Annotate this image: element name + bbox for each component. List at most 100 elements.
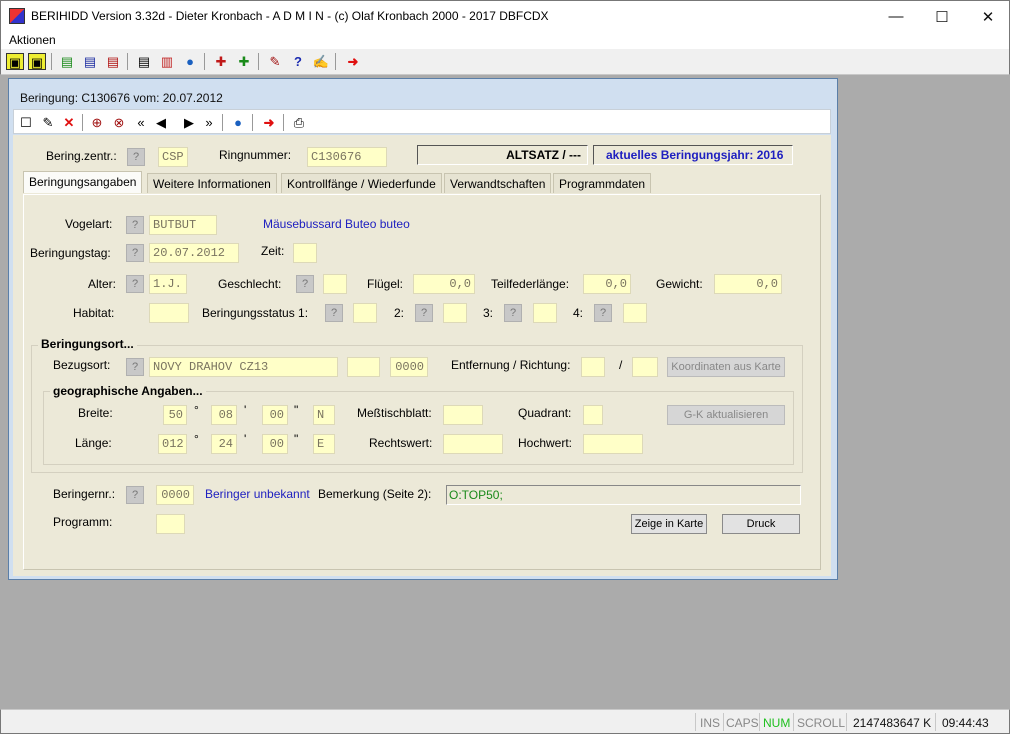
- tools-icon[interactable]: ✎: [266, 53, 284, 70]
- entfernung-input[interactable]: [581, 357, 605, 377]
- vogelart-input[interactable]: BUTBUT: [149, 215, 217, 235]
- bemerkung-input[interactable]: O:TOP50;: [446, 485, 801, 505]
- gewicht-label: Gewicht:: [656, 277, 703, 291]
- geo-group: [43, 391, 794, 465]
- koordinaten-aus-karte-button[interactable]: Koordinaten aus Karte: [667, 357, 785, 377]
- druck-button[interactable]: Druck: [722, 514, 800, 534]
- programm-input[interactable]: [156, 514, 185, 534]
- bezugsort-label: Bezugsort:: [53, 358, 111, 372]
- menu-aktionen[interactable]: Aktionen: [9, 33, 56, 47]
- breite-min-input[interactable]: 08: [211, 405, 237, 425]
- status1-lookup-button[interactable]: ?: [325, 304, 343, 322]
- status2-lookup-button[interactable]: ?: [415, 304, 433, 322]
- globe-icon[interactable]: ●: [229, 114, 247, 131]
- globe-icon[interactable]: ●: [181, 53, 199, 70]
- breite-sec-input[interactable]: 00: [262, 405, 288, 425]
- vogelart-lookup-button[interactable]: ?: [126, 216, 144, 234]
- laenge-dir-input[interactable]: E: [313, 434, 335, 454]
- app-icon[interactable]: [9, 8, 25, 24]
- laenge-sec-input[interactable]: 00: [262, 434, 288, 454]
- beringernr-lookup-button[interactable]: ?: [126, 486, 144, 504]
- status1-input[interactable]: [353, 303, 377, 323]
- geschlecht-input[interactable]: [323, 274, 347, 294]
- beringzentr-lookup-button[interactable]: ?: [127, 148, 145, 166]
- new-record-icon[interactable]: ☐: [17, 114, 35, 131]
- laenge-sec-symbol: ": [294, 432, 299, 446]
- breite-deg-input[interactable]: 50: [163, 405, 187, 425]
- report-icon[interactable]: ▤: [135, 53, 153, 70]
- green-list-icon[interactable]: ▤: [58, 53, 76, 70]
- tab-programmdaten[interactable]: Programmdaten: [553, 173, 652, 193]
- beringungstag-lookup-button[interactable]: ?: [126, 244, 144, 262]
- bezugsort-lookup-button[interactable]: ?: [126, 358, 144, 376]
- geschlecht-lookup-button[interactable]: ?: [296, 275, 314, 293]
- bezugsort-number-input[interactable]: 0000: [390, 357, 428, 377]
- status3-lookup-button[interactable]: ?: [504, 304, 522, 322]
- laenge-min-input[interactable]: 24: [211, 434, 237, 454]
- fluegel-label: Flügel:: [367, 277, 404, 291]
- beringer-name: Beringer unbekannt: [205, 487, 310, 501]
- fluegel-input[interactable]: 0,0: [413, 274, 475, 294]
- search-advanced-icon[interactable]: ⊗: [110, 114, 128, 131]
- habitat-input[interactable]: [149, 303, 189, 323]
- tab-verwandtschaften[interactable]: Verwandtschaften: [444, 173, 552, 193]
- import-icon[interactable]: ✚: [212, 53, 230, 70]
- first-record-icon[interactable]: «: [132, 114, 150, 131]
- richtung-input[interactable]: [632, 357, 658, 377]
- hochwert-input[interactable]: [583, 434, 643, 454]
- ringnummer-input[interactable]: C130676: [307, 147, 387, 167]
- close-button[interactable]: ✕: [965, 1, 1010, 32]
- bezugsort-input[interactable]: NOVY DRAHOV CZ13: [149, 357, 338, 377]
- print-icon[interactable]: ⎙: [290, 114, 308, 131]
- status4-input[interactable]: [623, 303, 647, 323]
- beringungstag-label: Beringungstag:: [30, 246, 111, 260]
- gewicht-input[interactable]: 0,0: [714, 274, 782, 294]
- status2-input[interactable]: [443, 303, 467, 323]
- next-record-icon[interactable]: ▶: [180, 114, 198, 131]
- beringung-window: Beringung: C130676 vom: 20.07.2012 ☐ ✎ ✕…: [8, 78, 838, 580]
- blue-list-icon[interactable]: ▤: [81, 53, 99, 70]
- zeit-label: Zeit:: [261, 244, 285, 258]
- status3-input[interactable]: [533, 303, 557, 323]
- status4-lookup-button[interactable]: ?: [594, 304, 612, 322]
- minimize-button[interactable]: —: [873, 1, 919, 32]
- bezugsort-code-input[interactable]: [347, 357, 380, 377]
- maximize-button[interactable]: ☐: [919, 1, 965, 32]
- breite-dir-input[interactable]: N: [313, 405, 335, 425]
- alter-lookup-button[interactable]: ?: [126, 275, 144, 293]
- entfernung-label: Entfernung / Richtung:: [451, 358, 571, 372]
- breite-min-symbol: ': [244, 403, 247, 417]
- delete-icon[interactable]: ✕: [60, 114, 78, 131]
- messtischblatt-input[interactable]: [443, 405, 483, 425]
- export-icon[interactable]: ✚: [235, 53, 253, 70]
- exit-arrow-icon[interactable]: ➜: [260, 114, 278, 131]
- programm-label: Programm:: [53, 515, 113, 529]
- zeit-input[interactable]: [293, 243, 317, 263]
- laenge-deg-input[interactable]: 012: [158, 434, 187, 454]
- help-icon[interactable]: ?: [289, 53, 307, 70]
- breite-deg-symbol: °: [194, 403, 199, 417]
- quadrant-input[interactable]: [583, 405, 603, 425]
- search-icon[interactable]: ⊕: [88, 114, 106, 131]
- zeige-in-karte-button[interactable]: Zeige in Karte: [631, 514, 707, 534]
- beringzentr-input[interactable]: CSP: [158, 147, 188, 167]
- rechtswert-input[interactable]: [443, 434, 503, 454]
- tab-weitere-informationen[interactable]: Weitere Informationen: [147, 173, 277, 193]
- previous-record-icon[interactable]: ◀: [152, 114, 170, 131]
- red-list-icon[interactable]: ▤: [104, 53, 122, 70]
- beringungsjahr-indicator: aktuelles Beringungsjahr: 2016: [593, 145, 793, 165]
- exit-arrow-icon[interactable]: ➜: [344, 53, 362, 70]
- beringungstag-input[interactable]: 20.07.2012: [149, 243, 239, 263]
- teilfeder-input[interactable]: 0,0: [583, 274, 631, 294]
- gk-aktualisieren-button[interactable]: G-K aktualisieren: [667, 405, 785, 425]
- edit-record-icon[interactable]: ✎: [39, 114, 57, 131]
- tab-kontrollfaenge[interactable]: Kontrollfänge / Wiederfunde: [281, 173, 442, 193]
- chart-icon[interactable]: ▥: [158, 53, 176, 70]
- last-record-icon[interactable]: »: [200, 114, 218, 131]
- tab-beringungsangaben[interactable]: Beringungsangaben: [23, 171, 143, 193]
- form-yellow2-icon[interactable]: ▣: [28, 53, 46, 70]
- edit-icon[interactable]: ✍: [312, 53, 330, 70]
- alter-input[interactable]: 1.J.: [149, 274, 187, 294]
- beringernr-input[interactable]: 0000: [156, 485, 194, 505]
- form-yellow-icon[interactable]: ▣: [6, 53, 24, 70]
